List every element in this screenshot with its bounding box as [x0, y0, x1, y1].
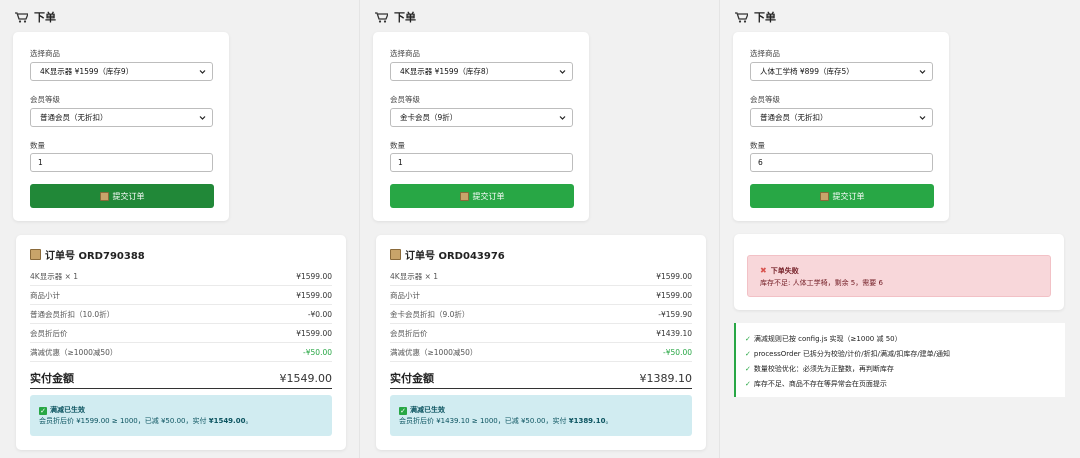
order-row: 4K显示器 × 1 ¥1599.00 — [390, 267, 692, 286]
error-message: 库存不足: 人体工学椅，剩余 5，需要 6 — [760, 279, 883, 287]
product-select[interactable]: 人体工学椅 ¥899（库存5） — [750, 62, 933, 81]
notes-list: ✓ 满减规则已按 config.js 实现（≥1000 减 50） ✓ proces… — [734, 323, 1065, 397]
chevron-down-icon — [919, 116, 926, 120]
order-row: 普通会员折扣（10.0折） -¥0.00 — [30, 305, 332, 324]
product-label: 选择商品 — [750, 49, 780, 58]
member-label: 会员等级 — [390, 95, 420, 104]
order-row: 会员折后价 ¥1439.10 — [390, 324, 692, 343]
note-item: ✓ 满减规则已按 config.js 实现（≥1000 减 50） — [745, 332, 1065, 347]
order-row: 4K显示器 × 1 ¥1599.00 — [30, 267, 332, 286]
chevron-down-icon — [919, 70, 926, 74]
check-icon: ✓ — [745, 365, 751, 373]
quantity-input[interactable]: 6 — [750, 153, 933, 172]
promo-alert: ✓ 满减已生效 会员折后价 ¥1599.00 ≥ 1000，已减 ¥50.00，实… — [30, 395, 332, 436]
member-label: 会员等级 — [30, 95, 60, 104]
package-icon — [819, 191, 829, 201]
package-icon — [99, 191, 109, 201]
order-row: 会员折后价 ¥1599.00 — [30, 324, 332, 343]
chevron-down-icon — [559, 70, 566, 74]
note-item: ✓ 库存不足、商品不存在等异常会在页面提示 — [745, 377, 1065, 392]
chevron-down-icon — [559, 116, 566, 120]
promo-alert: ✓ 满减已生效 会员折后价 ¥1439.10 ≥ 1000，已减 ¥50.00，实… — [390, 395, 692, 436]
x-icon: ✖ — [760, 266, 767, 275]
order-row: 商品小计 ¥1599.00 — [30, 286, 332, 305]
chevron-down-icon — [199, 116, 206, 120]
cart-icon — [375, 11, 388, 23]
order-result: 订单号 ORD790388 4K显示器 × 1 ¥1599.00 商品小计 ¥159… — [16, 235, 346, 450]
checkbox-icon: ✓ — [39, 406, 47, 415]
order-form: 选择商品 4K显示器 ¥1599（库存8） 会员等级 金卡会员（9折） 数量 1… — [373, 32, 589, 221]
package-icon — [390, 249, 401, 260]
quantity-input[interactable]: 1 — [30, 153, 213, 172]
product-select[interactable]: 4K显示器 ¥1599（库存8） — [390, 62, 573, 81]
submit-order-button[interactable]: 提交订单 — [30, 184, 214, 208]
package-icon — [30, 249, 41, 260]
page-title: 下单 — [735, 9, 776, 25]
error-card: ✖ 下单失败 库存不足: 人体工学椅，剩余 5，需要 6 — [734, 234, 1064, 310]
package-icon — [459, 191, 469, 201]
order-title: 订单号 ORD790388 — [30, 247, 145, 262]
order-result: 订单号 ORD043976 4K显示器 × 1 ¥1599.00 商品小计 ¥159… — [376, 235, 706, 450]
member-label: 会员等级 — [750, 95, 780, 104]
note-item: ✓ processOrder 已拆分为校验/计价/折扣/满减/扣库存/建单/通知 — [745, 347, 1065, 362]
order-form: 选择商品 人体工学椅 ¥899（库存5） 会员等级 普通会员（无折扣） 数量 6… — [733, 32, 949, 221]
panel-1: 下单 选择商品 4K显示器 ¥1599（库存9） 会员等级 普通会员（无折扣） … — [0, 0, 360, 458]
page-title-text: 下单 — [754, 11, 776, 24]
order-title: 订单号 ORD043976 — [390, 247, 505, 262]
error-alert: ✖ 下单失败 库存不足: 人体工学椅，剩余 5，需要 6 — [747, 255, 1051, 297]
quantity-label: 数量 — [750, 141, 765, 150]
submit-order-button[interactable]: 提交订单 — [750, 184, 934, 208]
check-icon: ✓ — [745, 380, 751, 388]
quantity-label: 数量 — [30, 141, 45, 150]
order-row: 满减优惠（≥1000减50） -¥50.00 — [390, 343, 692, 362]
check-icon: ✓ — [745, 350, 751, 358]
order-row: 金卡会员折扣（9.0折） -¥159.90 — [390, 305, 692, 324]
member-select[interactable]: 普通会员（无折扣） — [30, 108, 213, 127]
quantity-label: 数量 — [390, 141, 405, 150]
member-select[interactable]: 金卡会员（9折） — [390, 108, 573, 127]
submit-order-button[interactable]: 提交订单 — [390, 184, 574, 208]
product-select[interactable]: 4K显示器 ¥1599（库存9） — [30, 62, 213, 81]
order-total: 实付金额 ¥1549.00 — [30, 368, 332, 389]
order-form: 选择商品 4K显示器 ¥1599（库存9） 会员等级 普通会员（无折扣） 数量 … — [13, 32, 229, 221]
page-title-text: 下单 — [34, 11, 56, 24]
order-row: 满减优惠（≥1000减50） -¥50.00 — [30, 343, 332, 362]
order-row: 商品小计 ¥1599.00 — [390, 286, 692, 305]
note-item: ✓ 数量校验优化：必须先为正整数，再判断库存 — [745, 362, 1065, 377]
check-icon: ✓ — [745, 335, 751, 343]
order-total: 实付金额 ¥1389.10 — [390, 368, 692, 389]
product-label: 选择商品 — [30, 49, 60, 58]
checkbox-icon: ✓ — [399, 406, 407, 415]
page-title-text: 下单 — [394, 11, 416, 24]
chevron-down-icon — [199, 70, 206, 74]
panel-3: 下单 选择商品 人体工学椅 ¥899（库存5） 会员等级 普通会员（无折扣） 数… — [720, 0, 1080, 458]
member-select[interactable]: 普通会员（无折扣） — [750, 108, 933, 127]
page-title: 下单 — [15, 9, 56, 25]
product-label: 选择商品 — [390, 49, 420, 58]
cart-icon — [15, 11, 28, 23]
page-title: 下单 — [375, 9, 416, 25]
cart-icon — [735, 11, 748, 23]
panel-2: 下单 选择商品 4K显示器 ¥1599（库存8） 会员等级 金卡会员（9折） 数… — [360, 0, 720, 458]
quantity-input[interactable]: 1 — [390, 153, 573, 172]
